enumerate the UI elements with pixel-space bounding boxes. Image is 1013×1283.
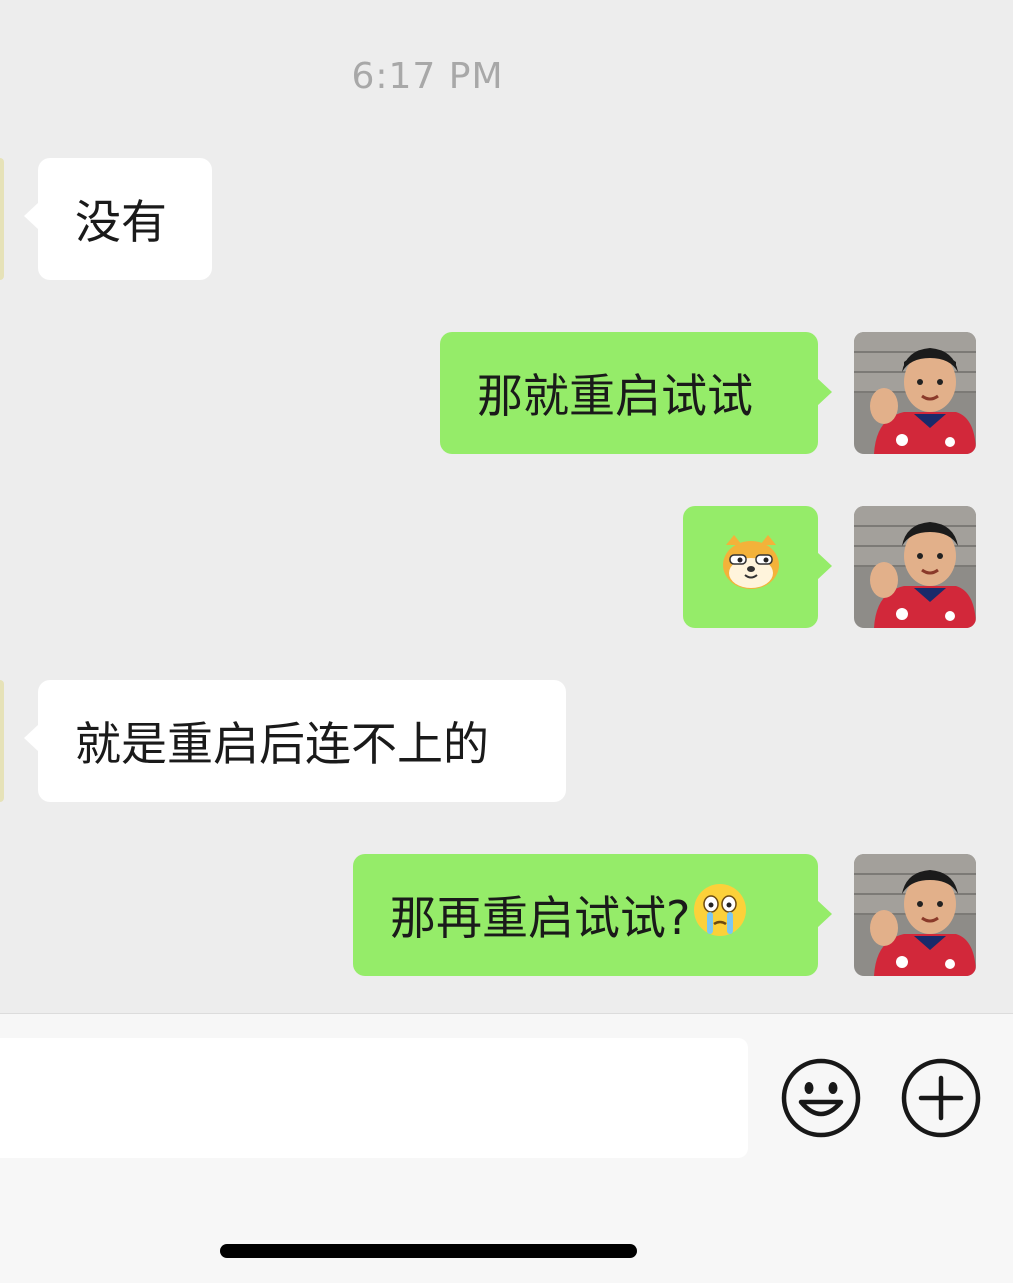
message-timestamp: 6:17 PM [351,56,504,97]
incoming-message-bubble[interactable]: 就是重启后连不上的 [24,680,566,802]
chat-area[interactable]: 6:17 PM 没有 那就重启试试 就是重启后连不上的 那再重启试试? [0,0,1013,1013]
avatar-photo [854,854,976,976]
message-text: 没有 [75,195,167,249]
message-input[interactable] [0,1038,748,1158]
sender-avatar-partial[interactable] [0,158,4,280]
outgoing-message-bubble[interactable]: 那就重启试试 [440,332,832,454]
home-indicator[interactable] [220,1244,637,1258]
incoming-message-bubble[interactable]: 没有 [24,158,212,280]
doge-cat-emoji [720,533,782,602]
plus-circle-icon [901,1058,981,1138]
more-button[interactable] [901,1058,981,1138]
input-bar [0,1013,1013,1283]
message-text: 就是重启后连不上的 [75,717,489,771]
my-avatar[interactable] [854,506,976,628]
avatar-photo [854,506,976,628]
my-avatar[interactable] [854,854,976,976]
smiley-face-icon [781,1058,861,1138]
my-avatar[interactable] [854,332,976,454]
message-text: 那再重启试试? [390,891,691,945]
emoji-button[interactable] [781,1058,861,1138]
avatar-photo [854,332,976,454]
crying-face-emoji [692,882,748,949]
outgoing-sticker-bubble[interactable] [683,506,832,628]
message-text: 那就重启试试 [477,369,753,423]
sender-avatar-partial[interactable] [0,680,4,802]
outgoing-message-bubble[interactable]: 那再重启试试? [353,854,832,976]
